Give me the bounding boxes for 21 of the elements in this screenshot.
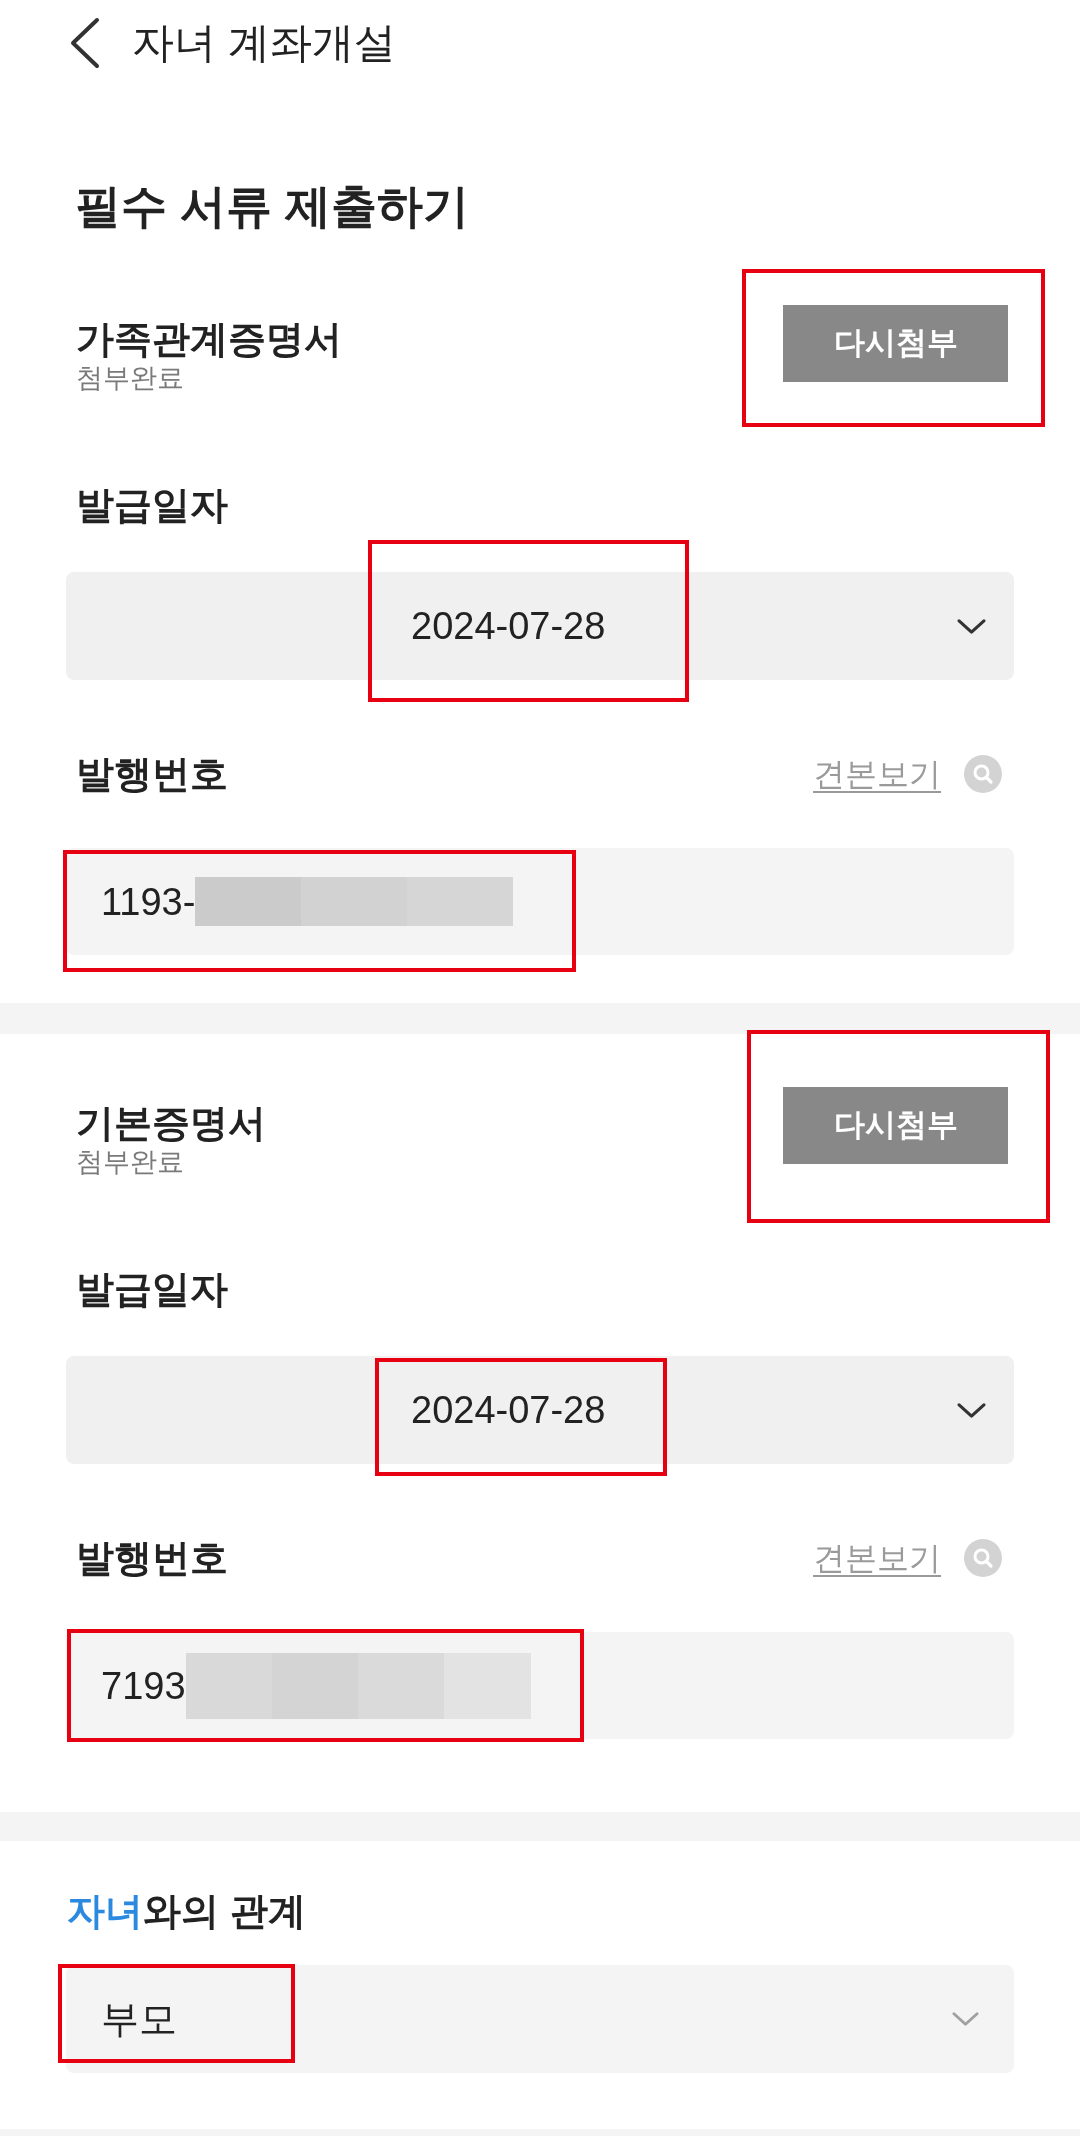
screen-title: 자녀 계좌개설 (132, 18, 396, 68)
relationship-select[interactable]: 부모 (66, 1965, 1014, 2073)
issue-number-field[interactable]: 1193- (66, 848, 1014, 955)
field-label: 발급일자 (76, 1267, 228, 1312)
date-select[interactable]: 2024-07-28 (66, 572, 1014, 680)
field-label: 자녀와의 관계 (67, 1889, 306, 1934)
field-label: 발급일자 (76, 483, 228, 528)
issue-number-field[interactable]: 7193 (66, 1632, 1014, 1739)
back-icon[interactable] (69, 17, 100, 69)
page-title: 필수 서류 제출하기 (75, 179, 469, 234)
attachment-status: 첨부완료 (76, 362, 184, 394)
document-name: 기본증명서 (76, 1101, 266, 1146)
reattach-button[interactable]: 다시첨부 (783, 305, 1008, 382)
attachment-status: 첨부완료 (76, 1146, 184, 1178)
chevron-down-icon[interactable] (957, 617, 986, 635)
field-label: 발행번호 (76, 752, 228, 797)
reattach-button[interactable]: 다시첨부 (783, 1087, 1008, 1164)
field-label: 발행번호 (76, 1536, 228, 1581)
document-name: 가족관계증명서 (76, 317, 342, 362)
date-select[interactable]: 2024-07-28 (66, 1356, 1014, 1464)
chevron-down-icon[interactable] (957, 1401, 986, 1419)
